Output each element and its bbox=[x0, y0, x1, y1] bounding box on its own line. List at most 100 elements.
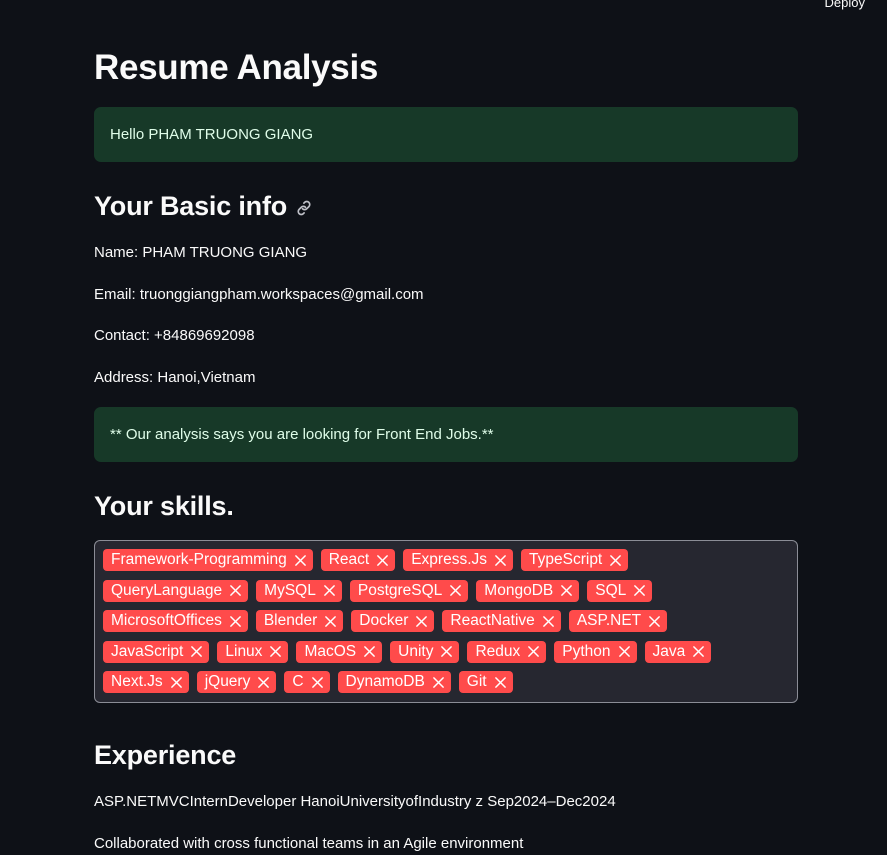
skill-tag-label: MicrosoftOffices bbox=[111, 612, 222, 629]
info-email: Email: truonggiangpham.workspaces@gmail.… bbox=[94, 286, 424, 303]
skill-tag-label: ReactNative bbox=[450, 612, 535, 629]
skill-tag-label: MacOS bbox=[304, 642, 357, 660]
skills-tag-row: Next.Js jQuery C DynamoDB Git bbox=[103, 671, 789, 702]
skill-tag-label: MySQL bbox=[264, 581, 316, 599]
skill-tag[interactable]: JavaScript bbox=[103, 640, 210, 663]
experience-line: Collaborated with cross functional teams… bbox=[94, 835, 524, 852]
experience-line: ASP.NETMVCInternDeveloper HanoiUniversit… bbox=[94, 793, 616, 810]
remove-tag-icon[interactable] bbox=[609, 554, 622, 567]
skill-tag[interactable]: MicrosoftOffices bbox=[103, 610, 248, 632]
remove-tag-icon[interactable] bbox=[527, 645, 540, 658]
skill-tag[interactable]: Redux bbox=[467, 640, 547, 663]
info-contact: Contact: +84869692098 bbox=[94, 327, 255, 344]
skill-tag-label: C bbox=[292, 673, 304, 690]
skills-heading: Your skills. bbox=[94, 491, 234, 521]
skill-tag-label: QueryLanguage bbox=[111, 581, 223, 599]
remove-tag-icon[interactable] bbox=[692, 645, 705, 658]
skills-tag-row: JavaScript Linux MacOS Unity Redux Python Java bbox=[103, 640, 789, 672]
skill-tag[interactable]: Blender bbox=[255, 610, 344, 632]
remove-tag-icon[interactable] bbox=[432, 676, 445, 689]
greeting-text: Hello PHAM TRUONG GIANG bbox=[110, 126, 314, 143]
skill-tag[interactable]: Express.Js bbox=[403, 549, 514, 571]
skill-tag[interactable]: Unity bbox=[390, 640, 460, 663]
skill-tag[interactable]: Framework-Programming bbox=[103, 549, 313, 571]
skill-tag-label: Docker bbox=[359, 612, 409, 629]
skill-tag-label: Express.Js bbox=[411, 551, 488, 568]
info-address: Address: Hanoi,Vietnam bbox=[94, 369, 256, 386]
skills-tag-row: QueryLanguage MySQL PostgreSQL MongoDB SQL bbox=[103, 579, 789, 611]
skill-tag-label: MongoDB bbox=[484, 581, 554, 599]
skill-tag[interactable]: MacOS bbox=[296, 640, 383, 663]
basic-info-heading: Your Basic info bbox=[94, 191, 313, 222]
remove-tag-icon[interactable] bbox=[560, 584, 573, 597]
skill-tag-label: Unity bbox=[398, 642, 434, 660]
skill-tag-label: SQL bbox=[595, 581, 627, 599]
remove-tag-icon[interactable] bbox=[229, 615, 242, 628]
deploy-button[interactable]: Deploy bbox=[819, 0, 871, 11]
skill-tag[interactable]: Docker bbox=[351, 610, 435, 632]
page-title: Resume Analysis bbox=[94, 48, 379, 87]
skill-tag[interactable]: Java bbox=[644, 640, 712, 663]
skill-tag-label: Git bbox=[466, 673, 487, 690]
app-root: Deploy Resume Analysis Hello PHAM TRUONG… bbox=[0, 0, 887, 855]
skill-tag-label: ASP.NET bbox=[576, 612, 642, 629]
remove-tag-icon[interactable] bbox=[170, 676, 183, 689]
skill-tag-label: Next.Js bbox=[111, 673, 163, 690]
skill-tag[interactable]: ReactNative bbox=[442, 610, 561, 632]
skill-tag-label: Redux bbox=[475, 642, 521, 660]
skill-tag[interactable]: MongoDB bbox=[476, 579, 580, 602]
skills-tag-row: Framework-Programming React Express.Js Type… bbox=[103, 549, 789, 580]
experience-heading: Experience bbox=[94, 740, 237, 770]
greeting-alert: Hello PHAM TRUONG GIANG bbox=[94, 107, 798, 162]
basic-info-heading-text: Your Basic info bbox=[94, 191, 288, 221]
skill-tag[interactable]: jQuery bbox=[196, 671, 277, 693]
skill-tag-label: TypeScript bbox=[529, 551, 603, 568]
skill-tag-label: PostgreSQL bbox=[357, 581, 443, 599]
info-name: Name: PHAM TRUONG GIANG bbox=[94, 244, 308, 261]
remove-tag-icon[interactable] bbox=[311, 676, 324, 689]
skills-multiselect[interactable]: Framework-Programming React Express.Js Type… bbox=[94, 540, 798, 703]
remove-tag-icon[interactable] bbox=[415, 615, 428, 628]
skill-tag[interactable]: QueryLanguage bbox=[103, 579, 249, 602]
remove-tag-icon[interactable] bbox=[648, 615, 661, 628]
remove-tag-icon[interactable] bbox=[449, 584, 462, 597]
remove-tag-icon[interactable] bbox=[229, 584, 242, 597]
remove-tag-icon[interactable] bbox=[494, 676, 507, 689]
skill-tag[interactable]: Python bbox=[554, 640, 637, 663]
analysis-alert: ** Our analysis says you are looking for… bbox=[94, 407, 798, 462]
skill-tag[interactable]: Git bbox=[458, 671, 513, 693]
skill-tag[interactable]: PostgreSQL bbox=[349, 579, 469, 602]
skill-tag[interactable]: Next.Js bbox=[103, 671, 189, 693]
skill-tag[interactable]: DynamoDB bbox=[337, 671, 451, 693]
skill-tag[interactable]: TypeScript bbox=[521, 549, 629, 571]
remove-tag-icon[interactable] bbox=[190, 645, 203, 658]
remove-tag-icon[interactable] bbox=[376, 554, 389, 567]
remove-tag-icon[interactable] bbox=[542, 615, 555, 628]
remove-tag-icon[interactable] bbox=[257, 676, 270, 689]
remove-tag-icon[interactable] bbox=[324, 615, 337, 628]
skill-tag-label: DynamoDB bbox=[345, 673, 425, 690]
skill-tag[interactable]: MySQL bbox=[256, 579, 342, 602]
analysis-text: ** Our analysis says you are looking for… bbox=[110, 426, 494, 443]
remove-tag-icon[interactable] bbox=[633, 584, 646, 597]
remove-tag-icon[interactable] bbox=[494, 554, 507, 567]
remove-tag-icon[interactable] bbox=[269, 645, 282, 658]
skill-tag-label: Java bbox=[652, 642, 686, 660]
skill-tag[interactable]: Linux bbox=[217, 640, 289, 663]
skill-tag[interactable]: React bbox=[320, 549, 396, 571]
skill-tag[interactable]: C bbox=[284, 671, 330, 693]
skill-tag-label: jQuery bbox=[204, 673, 251, 690]
remove-tag-icon[interactable] bbox=[323, 584, 336, 597]
skill-tag-label: Framework-Programming bbox=[111, 551, 287, 568]
remove-tag-icon[interactable] bbox=[363, 645, 376, 658]
remove-tag-icon[interactable] bbox=[440, 645, 453, 658]
skill-tag[interactable]: SQL bbox=[587, 579, 653, 602]
skill-tag-label: Python bbox=[562, 642, 611, 660]
skill-tag-label: JavaScript bbox=[111, 642, 184, 660]
skill-tag-label: React bbox=[328, 551, 370, 568]
skill-tag-label: Linux bbox=[225, 642, 263, 660]
remove-tag-icon[interactable] bbox=[618, 645, 631, 658]
remove-tag-icon[interactable] bbox=[294, 554, 307, 567]
skill-tag[interactable]: ASP.NET bbox=[568, 610, 668, 632]
link-icon[interactable] bbox=[295, 199, 313, 217]
